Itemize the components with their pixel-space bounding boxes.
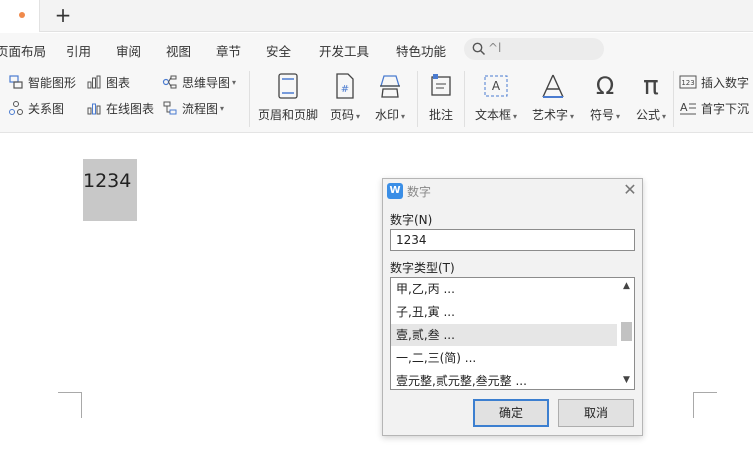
comment-icon <box>431 74 451 96</box>
wps-logo-icon: W <box>387 183 403 199</box>
svg-text:#: # <box>341 84 349 95</box>
relation-map-icon <box>9 101 23 115</box>
number-field[interactable]: 1234 <box>83 159 137 221</box>
insert-number-icon: 123 <box>679 75 697 89</box>
chart-button[interactable]: 图表 <box>86 73 130 91</box>
ribbon-separator <box>464 71 465 127</box>
menu-features[interactable]: 特色功能 <box>396 41 446 60</box>
search-icon <box>472 42 486 56</box>
menu-chapter[interactable]: 章节 <box>216 41 241 60</box>
svg-text:A: A <box>680 101 688 114</box>
new-tab-button[interactable]: + <box>52 4 74 26</box>
smart-art-button[interactable]: 智能图形 <box>8 73 76 91</box>
mind-map-button[interactable]: 思维导图 ▾ <box>162 73 236 91</box>
list-item-selected[interactable]: 壹,贰,叁 ... <box>391 324 617 346</box>
header-footer-button[interactable]: 页眉和页脚 <box>256 71 320 127</box>
chart-icon <box>87 75 101 89</box>
relation-map-button[interactable]: 关系图 <box>8 99 64 117</box>
number-type-label: 数字类型(T) <box>390 261 455 275</box>
smart-art-icon <box>9 75 23 89</box>
word-art-button[interactable]: 艺术字 ▾ <box>528 71 578 127</box>
pi-icon: π <box>643 71 659 101</box>
mind-map-icon <box>162 75 177 89</box>
ribbon: 智能图形 图表 思维导图 ▾ 关系图 在线图表 流程图 ▾ 页眉和页脚 # 页码 ▾ … <box>0 65 753 133</box>
menu-developer[interactable]: 开发工具 <box>319 41 369 60</box>
scrollbar-thumb[interactable] <box>621 322 632 341</box>
dialog-title-bar[interactable]: W 数字 ✕ <box>383 179 642 203</box>
ribbon-separator <box>673 71 674 127</box>
chevron-down-icon[interactable]: ▼ <box>621 375 632 386</box>
list-item[interactable]: 一,二,三(简) ... <box>391 347 617 369</box>
search-input[interactable]: ^l <box>488 41 501 55</box>
flowchart-icon <box>163 101 177 115</box>
page-margin-corner-right <box>693 392 717 418</box>
menu-page-layout[interactable]: 页面布局 <box>0 41 46 60</box>
list-item[interactable]: 壹元整,贰元整,叁元整 ... <box>391 370 617 389</box>
menu-view[interactable]: 视图 <box>166 41 191 60</box>
number-label: 数字(N) <box>390 213 433 227</box>
list-scrollbar[interactable]: ▲ ▼ <box>619 278 634 389</box>
list-item[interactable]: 甲,乙,丙 ... <box>391 278 617 300</box>
menu-references[interactable]: 引用 <box>66 41 91 60</box>
text-box-button[interactable]: A 文本框 ▾ <box>470 71 522 127</box>
cancel-button[interactable]: 取消 <box>558 399 634 427</box>
ribbon-separator <box>249 71 250 127</box>
menu-review[interactable]: 审阅 <box>116 41 141 60</box>
online-chart-button[interactable]: 在线图表 <box>86 99 154 117</box>
watermark-button[interactable]: 水印 ▾ <box>372 71 408 127</box>
document-tab[interactable] <box>0 0 40 32</box>
unsaved-dot-icon <box>19 12 25 18</box>
number-field-text: 1234 <box>83 170 132 192</box>
drop-cap-icon: A <box>680 101 696 115</box>
word-art-icon <box>542 74 564 98</box>
page-number-button[interactable]: # 页码 ▾ <box>326 71 364 127</box>
number-input[interactable]: 1234 <box>390 229 635 251</box>
tab-bar: + <box>0 0 753 32</box>
search-box[interactable]: ^l <box>464 38 604 60</box>
close-icon[interactable]: ✕ <box>621 181 639 199</box>
online-chart-icon <box>87 103 101 115</box>
ribbon-separator <box>417 71 418 127</box>
svg-text:A: A <box>492 79 501 93</box>
number-dialog: W 数字 ✕ 数字(N) 1234 数字类型(T) 甲,乙,丙 ... 子,丑,… <box>382 178 643 436</box>
svg-text:123: 123 <box>681 79 694 87</box>
chevron-up-icon[interactable]: ▲ <box>621 281 632 292</box>
page-number-icon: # <box>336 73 354 99</box>
drop-cap-button[interactable]: A 首字下沉 <box>679 99 749 117</box>
menu-security[interactable]: 安全 <box>266 41 291 60</box>
dialog-title: 数字 <box>407 185 432 199</box>
text-box-icon: A <box>484 75 508 97</box>
insert-number-button[interactable]: 123 插入数字 <box>679 73 749 91</box>
menu-bar: 页面布局 引用 审阅 视图 章节 安全 开发工具 特色功能 <box>0 33 753 65</box>
symbol-button[interactable]: Ω 符号 ▾ <box>586 71 624 127</box>
page-margin-corner-left <box>58 392 82 418</box>
flowchart-button[interactable]: 流程图 ▾ <box>162 99 224 117</box>
watermark-icon <box>380 75 400 98</box>
ok-button[interactable]: 确定 <box>473 399 549 427</box>
list-item[interactable]: 子,丑,寅 ... <box>391 301 617 323</box>
comment-button[interactable]: 批注 <box>424 71 458 127</box>
omega-icon: Ω <box>595 72 615 100</box>
number-type-list[interactable]: 甲,乙,丙 ... 子,丑,寅 ... 壹,贰,叁 ... 一,二,三(简) .… <box>390 277 635 390</box>
formula-button[interactable]: π 公式 ▾ <box>632 71 670 127</box>
header-footer-icon <box>278 73 298 99</box>
